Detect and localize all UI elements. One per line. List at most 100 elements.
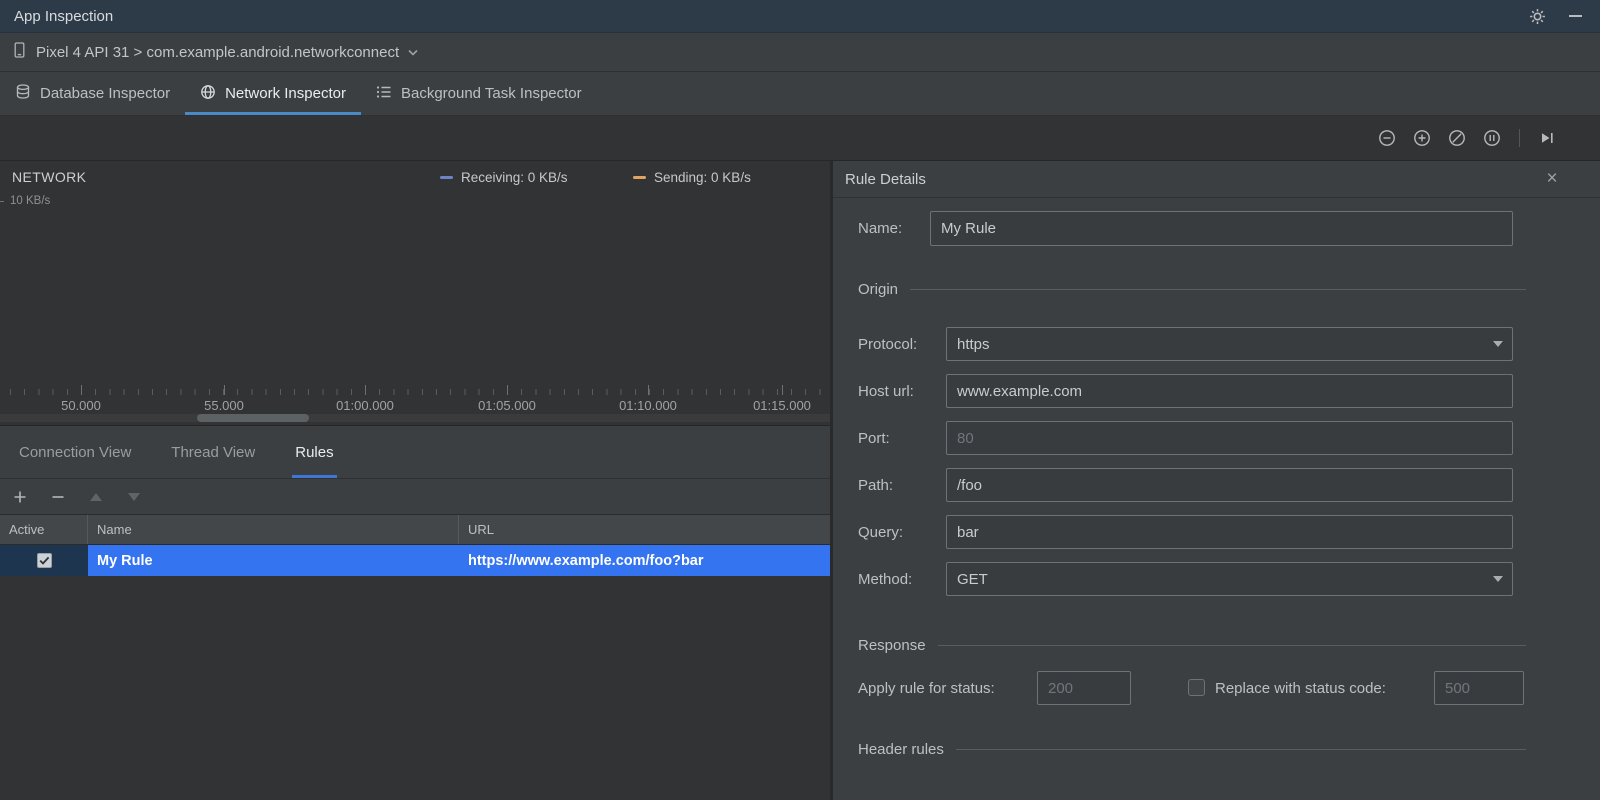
- sending-series-swatch: [633, 176, 646, 179]
- inspector-tab-bar: Database Inspector Network Inspector Bac…: [0, 72, 1600, 116]
- dropdown-arrow-icon: [1493, 576, 1503, 582]
- protocol-dropdown[interactable]: https: [946, 327, 1513, 361]
- origin-section-header: Origin: [858, 280, 1526, 298]
- globe-icon: [200, 84, 216, 104]
- host-url-input[interactable]: [946, 374, 1513, 408]
- legend-receiving-label: Receiving: 0 KB/s: [461, 170, 568, 185]
- timeline-scrollbar-track[interactable]: [0, 414, 830, 422]
- device-bar: Pixel 4 API 31 > com.example.android.net…: [0, 33, 1600, 72]
- app-inspection-window: App Inspection Pixel 4 API 31 > com.exam…: [0, 0, 1600, 800]
- section-divider: [937, 644, 1526, 646]
- y-axis-tick: [0, 201, 4, 202]
- legend-sending: Sending: 0 KB/s: [633, 170, 751, 185]
- chevron-down-icon[interactable]: [408, 43, 418, 61]
- zoom-in-icon[interactable]: [1411, 127, 1433, 149]
- time-tick-label: 01:10.000: [619, 398, 677, 413]
- major-tick: [507, 385, 508, 395]
- tab-label: Connection View: [19, 443, 132, 461]
- path-label: Path:: [858, 476, 894, 494]
- rule-details-panel: Rule Details × Name: Origin Protocol: ht…: [833, 161, 1600, 800]
- method-label: Method:: [858, 570, 913, 588]
- section-divider: [910, 288, 1526, 290]
- go-live-icon[interactable]: [1536, 127, 1558, 149]
- major-tick: [365, 385, 366, 395]
- replace-status-checkbox[interactable]: [1188, 679, 1205, 696]
- name-input[interactable]: [930, 211, 1513, 246]
- device-phone-icon: [12, 41, 27, 63]
- network-timeline-chart[interactable]: NETWORK 10 KB/s Receiving: 0 KB/s Sendin…: [0, 161, 830, 425]
- time-tick-label: 01:05.000: [478, 398, 536, 413]
- tab-label: Background Task Inspector: [400, 85, 582, 102]
- tab-thread-view[interactable]: Thread View: [168, 426, 258, 478]
- time-tick-label: 01:00.000: [336, 398, 394, 413]
- device-process-selector[interactable]: Pixel 4 API 31 > com.example.android.net…: [36, 44, 399, 61]
- dropdown-arrow-icon: [1493, 341, 1503, 347]
- task-list-icon: [376, 84, 392, 104]
- major-tick: [81, 385, 82, 395]
- tab-rules[interactable]: Rules: [292, 426, 336, 478]
- column-header-name[interactable]: Name: [88, 515, 459, 544]
- method-dropdown[interactable]: GET: [946, 562, 1513, 596]
- apply-status-label: Apply rule for status:: [858, 679, 995, 697]
- move-rule-down-icon[interactable]: [124, 487, 144, 507]
- time-tick-label: 01:15.000: [753, 398, 811, 413]
- move-rule-up-icon[interactable]: [86, 487, 106, 507]
- response-section-label: Response: [858, 636, 926, 654]
- close-icon[interactable]: ×: [1540, 167, 1564, 191]
- reset-zoom-icon[interactable]: [1446, 127, 1468, 149]
- port-label: Port:: [858, 429, 890, 447]
- receiving-series-swatch: [440, 176, 453, 179]
- tab-label: Thread View: [171, 443, 256, 461]
- minimize-icon[interactable]: [1564, 5, 1586, 27]
- add-rule-icon[interactable]: [10, 487, 30, 507]
- protocol-label: Protocol:: [858, 335, 918, 353]
- protocol-value: https: [957, 335, 990, 353]
- column-label: Active: [9, 522, 45, 537]
- tab-label: Database Inspector: [40, 85, 171, 102]
- rule-active-cell: [0, 545, 88, 576]
- column-label: URL: [468, 522, 495, 537]
- path-input[interactable]: [946, 468, 1513, 502]
- window-title: App Inspection: [14, 7, 114, 25]
- query-input[interactable]: [946, 515, 1513, 549]
- remove-rule-icon[interactable]: [48, 487, 68, 507]
- tab-database-inspector[interactable]: Database Inspector: [0, 72, 185, 115]
- network-pane: NETWORK 10 KB/s Receiving: 0 KB/s Sendin…: [0, 161, 830, 800]
- apply-status-input[interactable]: [1037, 671, 1131, 705]
- section-divider: [955, 748, 1526, 750]
- toolbar-separator: [1519, 129, 1520, 147]
- settings-gear-icon[interactable]: [1526, 5, 1548, 27]
- header-rules-section-header: Header rules: [858, 740, 1526, 758]
- column-header-active[interactable]: Active: [0, 515, 88, 544]
- query-label: Query:: [858, 523, 904, 541]
- rule-url-cell: https://www.example.com/foo?bar: [459, 545, 830, 576]
- chart-title: NETWORK: [12, 169, 87, 185]
- tab-background-task-inspector[interactable]: Background Task Inspector: [361, 72, 597, 115]
- title-bar-actions: [1526, 5, 1586, 27]
- column-label: Name: [97, 522, 132, 537]
- rule-active-checkbox-checked[interactable]: [36, 553, 52, 568]
- timeline-scrollbar-thumb[interactable]: [197, 414, 309, 422]
- rule-table-row[interactable]: My Rule https://www.example.com/foo?bar: [0, 545, 830, 576]
- name-label: Name:: [858, 220, 903, 237]
- rules-toolbar: [0, 479, 830, 515]
- timeline-toolbar: [0, 116, 1600, 161]
- replace-status-input[interactable]: [1434, 671, 1524, 705]
- time-tick-label: 55.000: [204, 398, 244, 413]
- port-input[interactable]: [946, 421, 1513, 455]
- major-tick: [224, 385, 225, 395]
- zoom-out-icon[interactable]: [1376, 127, 1398, 149]
- rule-name-cell: My Rule: [88, 545, 459, 576]
- response-section-header: Response: [858, 636, 1526, 654]
- tab-connection-view[interactable]: Connection View: [16, 426, 134, 478]
- major-tick: [782, 385, 783, 395]
- column-header-url[interactable]: URL: [459, 515, 830, 544]
- network-view-tab-bar: Connection View Thread View Rules: [0, 425, 830, 479]
- database-icon: [15, 83, 31, 104]
- rules-table-header: Active Name URL: [0, 515, 830, 545]
- origin-section-label: Origin: [858, 280, 899, 298]
- zoom-to-selection-icon[interactable]: [1481, 127, 1503, 149]
- major-tick: [648, 385, 649, 395]
- tab-network-inspector[interactable]: Network Inspector: [185, 72, 361, 115]
- y-axis-label: 10 KB/s: [10, 195, 51, 207]
